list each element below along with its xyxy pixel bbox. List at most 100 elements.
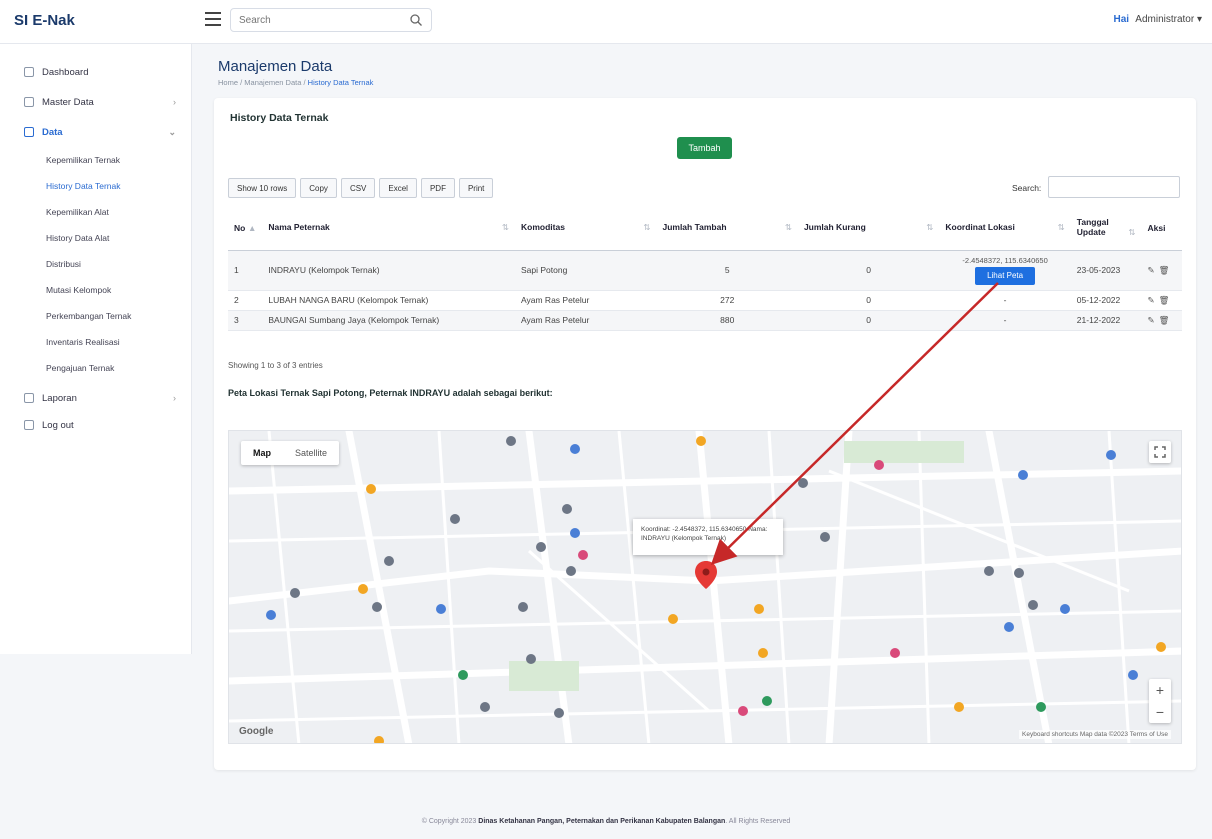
col-no[interactable]: No ▲ <box>228 206 263 251</box>
history-card: History Data Ternak Tambah Show 10 rows … <box>214 98 1196 770</box>
zoom-in-button[interactable]: + <box>1149 679 1171 701</box>
top-header: SI E-Nak Hai Administrator ▾ <box>0 0 1212 44</box>
table-search-input[interactable] <box>1048 176 1180 198</box>
poi-pink-marker <box>874 460 884 470</box>
user-greeting: Hai <box>1113 14 1130 25</box>
breadcrumb: Home / Manajemen Data / History Data Ter… <box>218 78 374 87</box>
poi-orange-marker <box>758 648 768 658</box>
col-komoditas[interactable]: Komoditas ⇅ <box>515 206 657 251</box>
sidebar-sub-pengajuan[interactable]: Pengajuan Ternak <box>46 363 114 373</box>
table-info: Showing 1 to 3 of 3 entries <box>228 361 323 370</box>
sidebar-item-laporan[interactable]: Laporan › <box>0 388 192 408</box>
excel-button[interactable]: Excel <box>379 178 417 198</box>
footer: © Copyright 2023 Dinas Ketahanan Pangan,… <box>0 818 1212 825</box>
menu-toggle-icon[interactable] <box>205 12 221 26</box>
search-input[interactable] <box>231 9 401 31</box>
sidebar-sub-history-ternak[interactable]: History Data Ternak <box>46 181 120 191</box>
fullscreen-icon[interactable] <box>1149 441 1171 463</box>
col-aksi: Aksi <box>1141 206 1182 251</box>
sidebar-item-label: Dashboard <box>42 66 89 78</box>
view-map-button[interactable]: Lihat Peta <box>975 266 1036 285</box>
history-table: No ▲ Nama Peternak ⇅ Komoditas ⇅ Jumlah … <box>228 206 1182 331</box>
cell-nama: BAUNGAI Sumbang Jaya (Kelompok Ternak) <box>262 310 515 331</box>
map-type-map[interactable]: Map <box>241 441 283 465</box>
zoom-out-button[interactable]: − <box>1149 701 1171 723</box>
logout-icon <box>24 420 34 430</box>
breadcrumb-mid[interactable]: Manajemen Data <box>244 78 301 87</box>
col-koordinat[interactable]: Koordinat Lokasi ⇅ <box>939 206 1071 251</box>
table-search-label: Search: <box>1012 183 1042 193</box>
map-attribution[interactable]: Keyboard shortcuts Map data ©2023 Terms … <box>1019 730 1171 739</box>
poi-gray-marker <box>798 478 808 488</box>
col-kurang[interactable]: Jumlah Kurang ⇅ <box>797 206 940 251</box>
sidebar-item-dashboard[interactable]: Dashboard <box>0 62 192 82</box>
sidebar-sub-inventaris[interactable]: Inventaris Realisasi <box>46 337 120 347</box>
cell-komoditas: Ayam Ras Petelur <box>515 290 657 311</box>
database-icon <box>24 97 34 107</box>
chevron-down-icon: ▾ <box>1196 14 1202 25</box>
poi-blue-marker <box>570 528 580 538</box>
sidebar-sub-history-alat[interactable]: History Data Alat <box>46 233 109 243</box>
marker-info-window: Koordinat: -2.4548372, 115.6340650 Nama:… <box>633 519 783 555</box>
cell-aksi: ✎ 🗑 <box>1141 250 1182 291</box>
poi-gray-marker <box>566 566 576 576</box>
pdf-button[interactable]: PDF <box>420 178 455 198</box>
print-button[interactable]: Print <box>458 178 494 198</box>
breadcrumb-current: History Data Ternak <box>307 78 374 87</box>
sidebar-sub-kepemilikan-alat[interactable]: Kepemilikan Alat <box>46 207 109 217</box>
edit-icon[interactable]: ✎ <box>1148 315 1155 325</box>
poi-gray-marker <box>562 504 572 514</box>
delete-icon[interactable]: 🗑 <box>1159 265 1170 275</box>
search-box[interactable] <box>230 8 432 32</box>
poi-pink-marker <box>578 550 588 560</box>
table-row: 1 INDRAYU (Kelompok Ternak) Sapi Potong … <box>228 250 1182 291</box>
add-button[interactable]: Tambah <box>677 137 732 159</box>
delete-icon[interactable]: 🗑 <box>1159 295 1170 305</box>
poi-gray-marker <box>518 602 528 612</box>
search-icon[interactable] <box>409 13 423 27</box>
chevron-right-icon: › <box>173 393 176 403</box>
poi-blue-marker <box>436 604 446 614</box>
col-tambah[interactable]: Jumlah Tambah ⇅ <box>656 206 798 251</box>
copy-button[interactable]: Copy <box>300 178 337 198</box>
edit-icon[interactable]: ✎ <box>1148 295 1155 305</box>
map-type-satellite[interactable]: Satellite <box>283 441 339 465</box>
google-map[interactable]: Map Satellite Koordinat: -2.4548372, 115… <box>228 430 1182 744</box>
footer-org: Dinas Ketahanan Pangan, Peternakan dan P… <box>478 818 726 825</box>
poi-blue-marker <box>1004 622 1014 632</box>
sidebar-item-logout[interactable]: Log out <box>0 415 192 435</box>
sidebar-sub-mutasi[interactable]: Mutasi Kelompok <box>46 285 111 295</box>
col-nama[interactable]: Nama Peternak ⇅ <box>262 206 515 251</box>
show-rows-button[interactable]: Show 10 rows <box>228 178 297 198</box>
page-title: Manajemen Data <box>218 58 333 75</box>
cell-tanggal: 21-12-2022 <box>1070 310 1142 331</box>
sidebar-item-master-data[interactable]: Master Data › <box>0 92 192 112</box>
poi-green-marker <box>1036 702 1046 712</box>
poi-gray-marker <box>1028 600 1038 610</box>
poi-gray-marker <box>480 702 490 712</box>
cell-no: 3 <box>228 310 263 331</box>
cell-tanggal: 23-05-2023 <box>1070 250 1142 291</box>
poi-gray-marker <box>450 514 460 524</box>
sidebar-sub-perkembangan[interactable]: Perkembangan Ternak <box>46 311 131 321</box>
edit-icon[interactable]: ✎ <box>1148 265 1155 275</box>
sidebar-sub-distribusi[interactable]: Distribusi <box>46 259 81 269</box>
poi-orange-marker <box>366 484 376 494</box>
poi-blue-marker <box>266 610 276 620</box>
poi-pink-marker <box>738 706 748 716</box>
breadcrumb-home[interactable]: Home <box>218 78 238 87</box>
csv-button[interactable]: CSV <box>340 178 376 198</box>
app-brand[interactable]: SI E-Nak <box>14 12 75 29</box>
poi-orange-marker <box>754 604 764 614</box>
cell-tambah: 5 <box>656 250 798 291</box>
poi-blue-marker <box>1106 450 1116 460</box>
user-menu[interactable]: Hai Administrator ▾ <box>1113 14 1202 25</box>
cell-kurang: 0 <box>797 250 940 291</box>
delete-icon[interactable]: 🗑 <box>1159 315 1170 325</box>
sidebar-item-data[interactable]: Data ⌄ <box>0 122 192 142</box>
poi-gray-marker <box>536 542 546 552</box>
cell-no: 2 <box>228 290 263 311</box>
sidebar-sub-kepemilikan-ternak[interactable]: Kepemilikan Ternak <box>46 155 120 165</box>
col-tanggal[interactable]: Tanggal Update ⇅ <box>1070 206 1142 251</box>
report-icon <box>24 393 34 403</box>
